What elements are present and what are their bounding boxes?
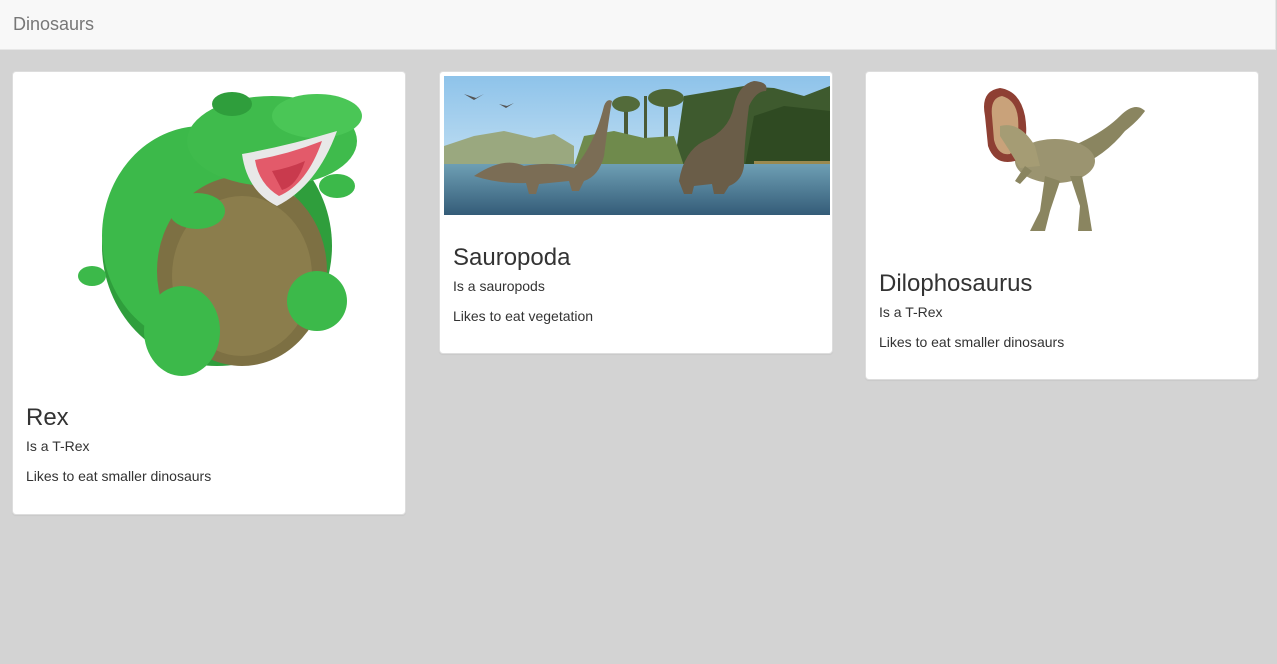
- navbar: Dinosaurs: [0, 0, 1276, 50]
- dinosaur-card-sauropoda: Sauropoda Is a sauropods Likes to eat ve…: [439, 71, 833, 354]
- card-diet: Likes to eat vegetation: [453, 308, 594, 324]
- sauropoda-caption: Sauropoda Is a sauropods Likes to eat ve…: [453, 244, 819, 326]
- dinosaur-card-rex: Rex Is a T-Rex Likes to eat smaller dino…: [12, 71, 406, 515]
- card-title: Rex: [26, 404, 69, 431]
- rex-caption: Rex Is a T-Rex Likes to eat smaller dino…: [26, 404, 392, 486]
- dinosaur-card-dilophosaurus: Dilophosaurus Is a T-Rex Likes to eat sm…: [865, 71, 1259, 380]
- sauropoda-image: [444, 76, 830, 215]
- card-title: Dilophosaurus: [879, 270, 1033, 297]
- rex-image: [17, 76, 403, 386]
- card-title: Sauropoda: [453, 244, 571, 271]
- card-species: Is a T-Rex: [26, 438, 90, 454]
- card-diet: Likes to eat smaller dinosaurs: [879, 334, 1065, 350]
- card-diet: Likes to eat smaller dinosaurs: [26, 468, 212, 484]
- navbar-brand[interactable]: Dinosaurs: [13, 14, 94, 34]
- card-species: Is a T-Rex: [879, 304, 943, 320]
- card-species: Is a sauropods: [453, 278, 545, 294]
- dilophosaurus-caption: Dilophosaurus Is a T-Rex Likes to eat sm…: [879, 270, 1245, 352]
- dilophosaurus-image: [870, 76, 1256, 242]
